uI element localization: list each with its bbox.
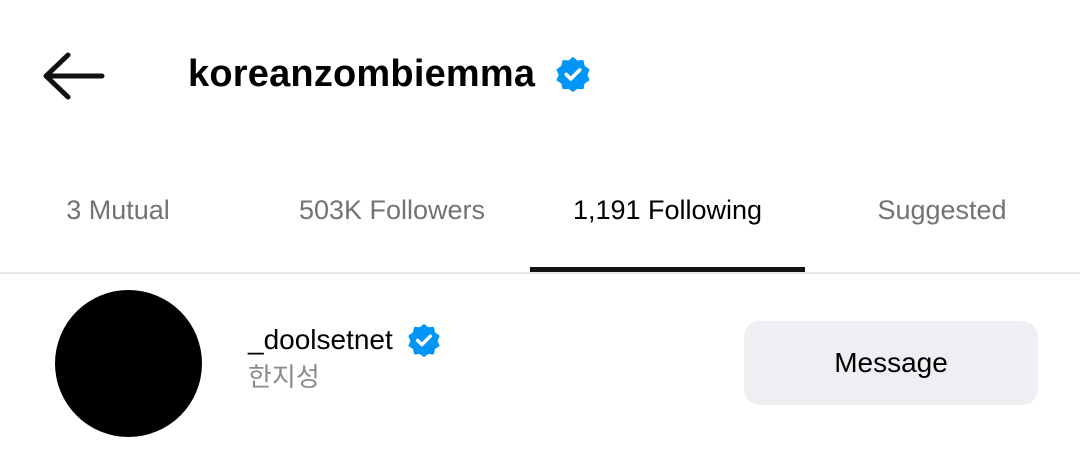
- profile-title-group: koreanzombiemma: [188, 48, 591, 100]
- verified-badge-icon: [556, 56, 590, 92]
- username-group: _doolsetnet: [248, 322, 441, 358]
- tab-mutual[interactable]: 3 Mutual: [28, 180, 208, 240]
- message-button[interactable]: Message: [744, 321, 1038, 405]
- tab-followers[interactable]: 503K Followers: [262, 180, 522, 240]
- list-item-username[interactable]: _doolsetnet: [248, 322, 393, 358]
- profile-username-title: koreanzombiemma: [188, 53, 536, 95]
- back-button[interactable]: [40, 50, 106, 102]
- avatar[interactable]: [55, 290, 202, 437]
- follow-tabs: 3 Mutual 503K Followers 1,191 Following …: [0, 180, 1080, 274]
- tab-suggested[interactable]: Suggested: [842, 180, 1042, 240]
- list-item-fullname: 한지성: [248, 362, 320, 392]
- tab-following[interactable]: 1,191 Following: [530, 180, 805, 240]
- list-item[interactable]: _doolsetnet 한지성 Message: [0, 274, 1080, 452]
- top-bar: koreanzombiemma: [0, 0, 1080, 150]
- arrow-left-icon: [43, 52, 105, 100]
- verified-badge-icon: [408, 323, 440, 357]
